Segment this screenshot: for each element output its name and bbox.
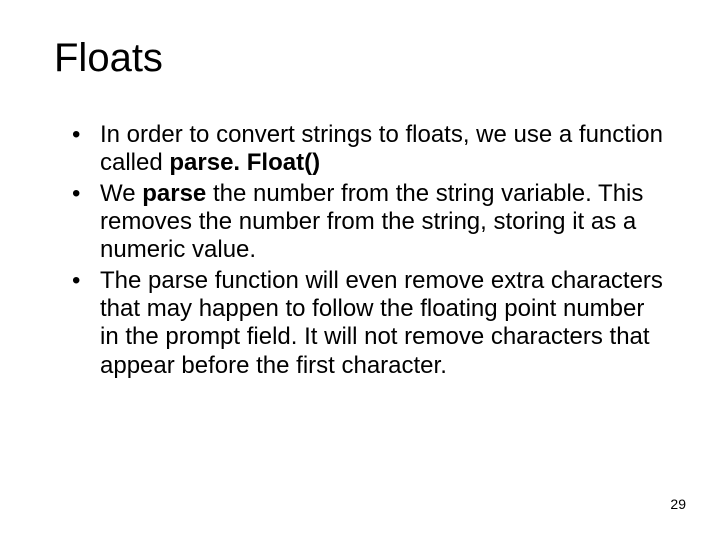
bullet-text-pre: We: [100, 180, 142, 207]
bullet-item: We parse the number from the string vari…: [72, 180, 666, 265]
bullet-text-bold: parse: [142, 180, 206, 207]
bullet-text-pre: The parse function will even remove extr…: [100, 267, 663, 379]
page-number: 29: [670, 496, 686, 512]
bullet-text-bold: parse. Float(): [169, 149, 320, 176]
bullet-item: The parse function will even remove extr…: [72, 267, 666, 380]
slide-title: Floats: [54, 36, 666, 81]
slide: Floats In order to convert strings to fl…: [0, 0, 720, 540]
bullet-item: In order to convert strings to floats, w…: [72, 121, 666, 178]
bullet-list: In order to convert strings to floats, w…: [54, 121, 666, 380]
